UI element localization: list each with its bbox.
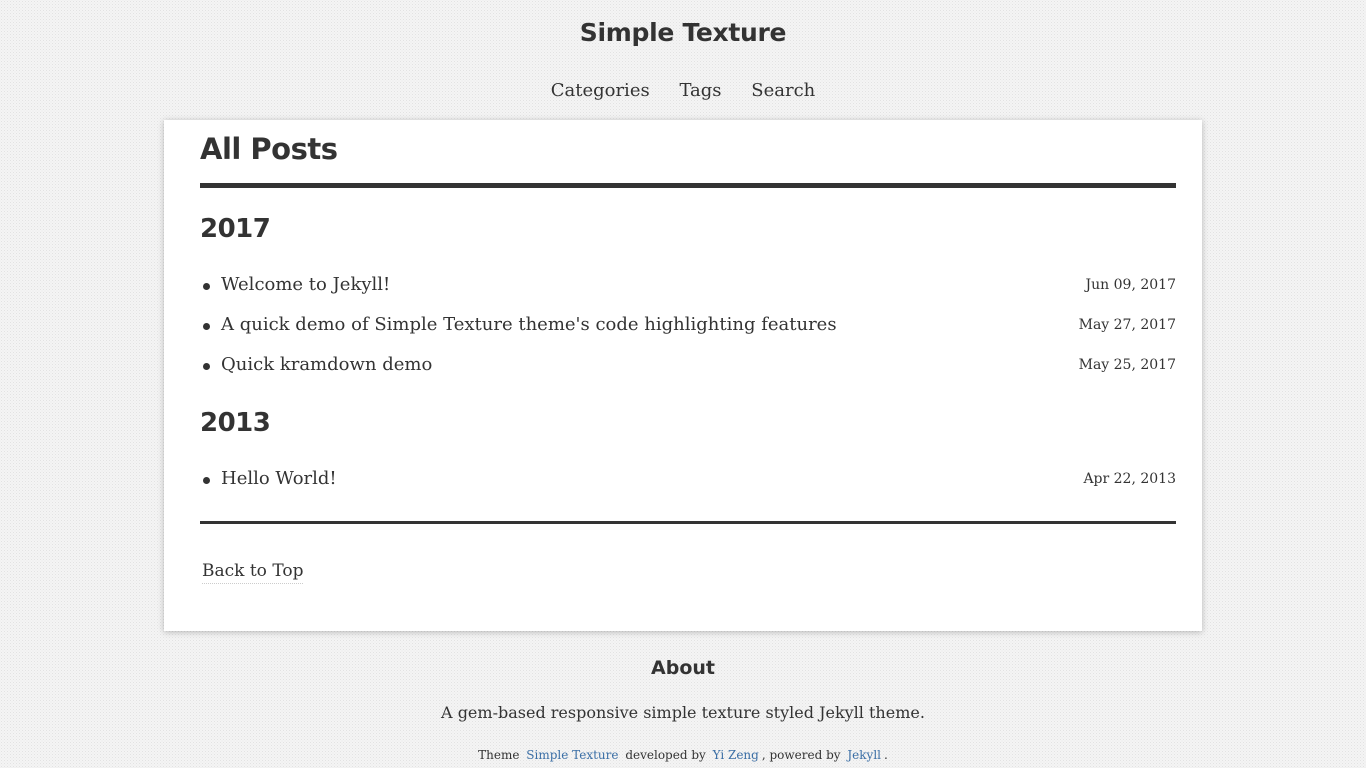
year-heading-2013: 2013	[200, 408, 271, 438]
post-date: May 25, 2017	[1078, 357, 1176, 373]
nav-tags-link[interactable]: Tags	[679, 80, 721, 101]
bullet-icon	[203, 477, 210, 484]
post-list-item: A quick demo of Simple Texture theme's c…	[200, 314, 1176, 340]
theme-credits: Theme Simple Texture developed by Yi Zen…	[0, 748, 1366, 762]
bullet-icon	[203, 283, 210, 290]
footer-divider	[200, 521, 1176, 524]
post-list-item: Welcome to Jekyll! Jun 09, 2017	[200, 274, 1176, 300]
post-list-item: Hello World! Apr 22, 2013	[200, 468, 1176, 494]
year-heading-2017: 2017	[200, 214, 271, 244]
post-title-link[interactable]: Hello World!	[221, 468, 337, 489]
credits-powered-label: , powered by	[761, 748, 841, 762]
heading-divider	[200, 183, 1176, 188]
site-nav: Categories Tags Search	[0, 80, 1366, 101]
credits-developed-label: developed by	[625, 748, 706, 762]
credits-end: .	[884, 748, 888, 762]
nav-categories-link[interactable]: Categories	[551, 80, 650, 101]
page-title: All Posts	[200, 132, 338, 166]
bullet-icon	[203, 363, 210, 370]
back-to-top-link[interactable]: Back to Top	[202, 561, 304, 584]
post-title-link[interactable]: Welcome to Jekyll!	[221, 274, 390, 295]
post-list-item: Quick kramdown demo May 25, 2017	[200, 354, 1176, 380]
post-date: Jun 09, 2017	[1085, 277, 1176, 293]
about-heading: About	[651, 657, 715, 679]
post-date: Apr 22, 2013	[1083, 471, 1176, 487]
theme-link[interactable]: Simple Texture	[526, 748, 618, 762]
post-date: May 27, 2017	[1078, 317, 1176, 333]
site-title-link[interactable]: Simple Texture	[0, 18, 1366, 47]
jekyll-link[interactable]: Jekyll	[847, 748, 881, 762]
credits-theme-label: Theme	[478, 748, 520, 762]
bullet-icon	[203, 323, 210, 330]
about-description: A gem-based responsive simple texture st…	[441, 703, 925, 722]
nav-search-link[interactable]: Search	[751, 80, 815, 101]
post-title-link[interactable]: Quick kramdown demo	[221, 354, 432, 375]
author-link[interactable]: Yi Zeng	[713, 748, 759, 762]
posts-card: All Posts 2017 Welcome to Jekyll! Jun 09…	[164, 120, 1202, 631]
post-title-link[interactable]: A quick demo of Simple Texture theme's c…	[221, 314, 837, 335]
